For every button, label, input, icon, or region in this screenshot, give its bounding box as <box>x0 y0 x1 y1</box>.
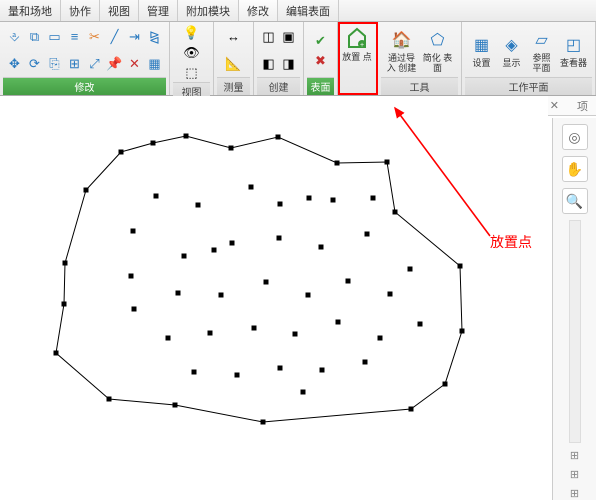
panel-measure: ↔ 📐 测量 <box>214 22 254 95</box>
trim-icon[interactable]: ✂ <box>86 28 104 46</box>
panel-create: ◫ ▣ ◧ ◨ 创建 <box>254 22 304 95</box>
panel-modify: ⎀ ⧉ ▭ ≡ ✂ ╱ ⇥ ⧎ ✥ ⟳ ⎘ ⊞ ⤢ 📌 ✕ ▦ 修改 <box>0 22 170 95</box>
hide-icon[interactable]: 👁 <box>183 44 201 62</box>
cut-icon[interactable]: ⎀ <box>6 28 24 46</box>
settings-button[interactable]: ▦ 设置 <box>468 30 496 71</box>
panel-label-tools: 工具 <box>381 77 458 95</box>
offset-icon[interactable]: ⇥ <box>126 28 144 46</box>
join-icon[interactable]: ⧉ <box>26 28 44 46</box>
simplify-icon: ⬠ <box>425 27 451 53</box>
panel-label-workplane: 工作平面 <box>465 77 592 95</box>
finish-icon[interactable]: ✔ <box>312 32 330 50</box>
tab-edit-surface[interactable]: 编辑表面 <box>278 0 339 21</box>
tab-modify[interactable]: 修改 <box>239 0 278 21</box>
array-icon[interactable]: ⊞ <box>66 55 84 73</box>
simplify-label: 简化 表面 <box>422 54 454 74</box>
settings-label: 设置 <box>472 59 490 69</box>
expand1-icon[interactable]: ⊞ <box>570 449 579 462</box>
panel-surface: ✔ ✖ 表面 <box>304 22 338 95</box>
panel-workplane: ▦ 设置 ◈ 显示 ▱ 参照 平面 ◰ 查看器 工作平面 <box>462 22 596 95</box>
import-create-icon: 🏠 <box>389 27 415 53</box>
place-point-icon: + <box>344 26 370 52</box>
rotate-icon[interactable]: ⟳ <box>26 55 44 73</box>
viewer-button[interactable]: ◰ 查看器 <box>558 30 590 71</box>
menu-tab-row: 量和场地 协作 视图 管理 附加模块 修改 编辑表面 <box>0 0 596 22</box>
panel-view: 💡 👁 ⬚ 视图 <box>170 22 214 95</box>
copy-icon[interactable]: ⎘ <box>46 55 64 73</box>
settings-icon: ▦ <box>469 32 495 58</box>
nav-zoom-icon[interactable]: 🔍 <box>562 188 588 214</box>
tab-collaborate[interactable]: 协作 <box>61 0 100 21</box>
delete-icon[interactable]: ✕ <box>126 55 144 73</box>
ribbon: ⎀ ⧉ ▭ ≡ ✂ ╱ ⇥ ⧎ ✥ ⟳ ⎘ ⊞ ⤢ 📌 ✕ ▦ 修改 💡 👁 ⬚… <box>0 22 596 96</box>
place-point-label: 放置 点 <box>342 53 372 63</box>
place-point-button[interactable]: + 放置 点 <box>340 24 374 65</box>
group-icon[interactable]: ▦ <box>146 55 164 73</box>
panel-label-surface: 表面 <box>307 77 334 95</box>
panel-tools: 🏠 通过导入 创建 ⬠ 简化 表面 工具 <box>378 22 462 95</box>
svg-text:+: + <box>360 42 364 49</box>
show-icon: ◈ <box>499 32 525 58</box>
viewer-label: 查看器 <box>560 59 587 69</box>
dimension-icon[interactable]: ↔ <box>225 28 243 46</box>
bulb-icon[interactable]: 💡 <box>183 24 201 42</box>
tab-mass-site[interactable]: 量和场地 <box>0 0 61 21</box>
show-label: 显示 <box>502 59 520 69</box>
panel-place-point-highlighted: + 放置 点 <box>338 22 378 95</box>
tab-addins[interactable]: 附加模块 <box>178 0 239 21</box>
scale-icon[interactable]: ⤢ <box>86 55 104 73</box>
create2-icon[interactable]: ▣ <box>280 28 298 46</box>
refplane-button[interactable]: ▱ 参照 平面 <box>528 25 556 76</box>
override-icon[interactable]: ⬚ <box>183 64 201 82</box>
split-icon[interactable]: ╱ <box>106 28 124 46</box>
tab-view[interactable]: 视图 <box>100 0 139 21</box>
panel-label-modify: 修改 <box>3 77 166 95</box>
topography-svg <box>0 96 548 500</box>
move-icon[interactable]: ✥ <box>6 55 24 73</box>
expand2-icon[interactable]: ⊞ <box>570 468 579 481</box>
doc-close-icon[interactable]: ✕ <box>550 99 559 112</box>
measure-icon[interactable]: 📐 <box>225 55 243 73</box>
panel-label-create: 创建 <box>257 77 300 95</box>
expand3-icon[interactable]: ⊞ <box>570 487 579 500</box>
panel-label-measure: 测量 <box>217 77 250 95</box>
drawing-canvas[interactable] <box>0 96 548 500</box>
cancel-icon[interactable]: ✖ <box>312 52 330 70</box>
nav-pan-icon[interactable]: ✋ <box>562 156 588 182</box>
wall-icon[interactable]: ▭ <box>46 28 64 46</box>
refplane-icon: ▱ <box>529 27 555 53</box>
navigation-bar: ◎ ✋ 🔍 ⊞ ⊞ ⊞ <box>552 118 596 500</box>
refplane-label: 参照 平面 <box>529 54 555 74</box>
tab-manage[interactable]: 管理 <box>139 0 178 21</box>
import-create-label: 通过导入 创建 <box>386 54 418 74</box>
sidebar-handle-label[interactable]: 项 <box>577 98 588 114</box>
viewer-icon: ◰ <box>561 32 587 58</box>
import-create-button[interactable]: 🏠 通过导入 创建 <box>385 25 419 76</box>
nav-wheel-icon[interactable]: ◎ <box>562 124 588 150</box>
mirror-icon[interactable]: ⧎ <box>146 28 164 46</box>
create1-icon[interactable]: ◫ <box>260 28 278 46</box>
create3-icon[interactable]: ◧ <box>260 55 278 73</box>
create4-icon[interactable]: ◨ <box>280 55 298 73</box>
pin-icon[interactable]: 📌 <box>106 55 124 73</box>
show-button[interactable]: ◈ 显示 <box>498 30 526 71</box>
align-icon[interactable]: ≡ <box>66 28 84 46</box>
scrollbar[interactable] <box>569 220 581 443</box>
simplify-button[interactable]: ⬠ 简化 表面 <box>421 25 455 76</box>
